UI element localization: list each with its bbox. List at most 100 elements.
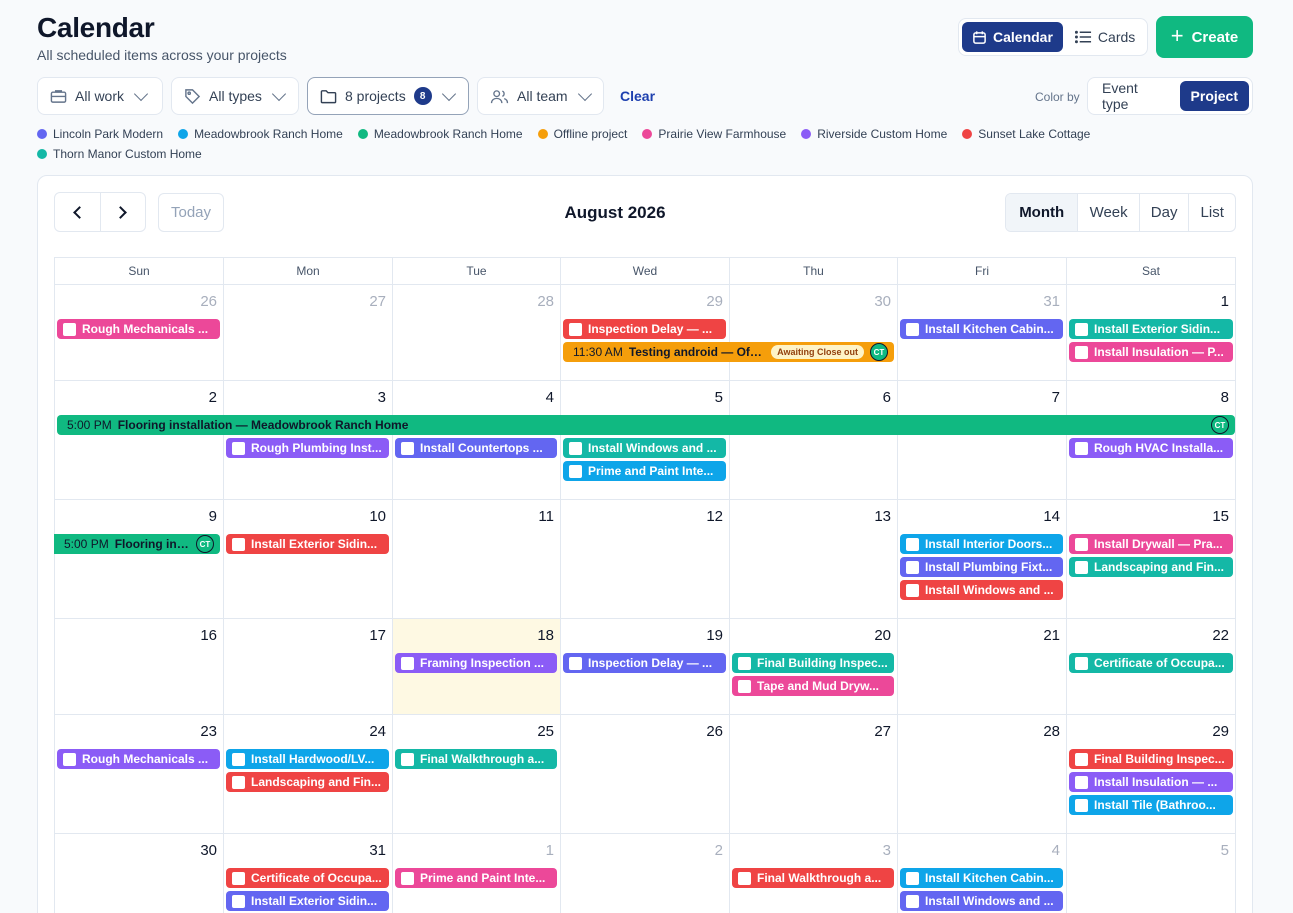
calendar-event[interactable]: Install Insulation — ... [1069,772,1233,792]
color-by-project-button[interactable]: Project [1179,81,1249,111]
event-checkbox[interactable] [1075,441,1088,455]
event-checkbox[interactable] [63,752,76,766]
calendar-event[interactable]: Install Exterior Sidin... [226,534,389,554]
event-checkbox[interactable] [906,583,919,597]
day-cell[interactable]: 2 [560,834,729,913]
event-checkbox[interactable] [1075,537,1088,551]
event-checkbox[interactable] [401,656,414,670]
calendar-event[interactable]: Install Windows and ... [563,438,726,458]
calendar-event[interactable]: Framing Inspection ... [395,653,557,673]
types-filter-dropdown[interactable]: All types [171,77,299,115]
event-checkbox[interactable] [906,871,919,885]
event-checkbox[interactable] [569,656,582,670]
day-cell[interactable]: 7 [897,381,1066,500]
event-checkbox[interactable] [401,871,414,885]
range-week-button[interactable]: Week [1077,194,1138,231]
event-checkbox[interactable] [569,464,582,478]
event-checkbox[interactable] [232,871,245,885]
calendar-event[interactable]: Install Insulation — P... [1069,342,1233,362]
event-checkbox[interactable] [232,752,245,766]
day-cell[interactable]: 5 [1066,834,1236,913]
calendar-event[interactable]: Install Kitchen Cabin... [900,868,1063,888]
event-checkbox[interactable] [738,871,751,885]
color-by-event-type-button[interactable]: Event type [1091,80,1178,112]
calendar-event[interactable]: Install Windows and ... [900,580,1063,600]
calendar-event[interactable]: Rough Plumbing Inst... [226,438,389,458]
event-checkbox[interactable] [63,322,76,336]
calendar-event[interactable]: Final Walkthrough a... [732,868,894,888]
clear-filters-link[interactable]: Clear [620,88,655,104]
day-cell[interactable]: 27 [223,285,392,381]
day-cell[interactable]: 13 [729,500,897,619]
calendar-event[interactable]: Install Tile (Bathroo... [1069,795,1233,815]
day-cell[interactable]: 12 [560,500,729,619]
event-checkbox[interactable] [1075,798,1088,812]
calendar-view-button[interactable]: Calendar [962,22,1063,52]
calendar-event[interactable]: Install Interior Doors... [900,534,1063,554]
day-cell[interactable]: 17 [223,619,392,715]
calendar-event[interactable]: Install Countertops ... [395,438,557,458]
day-cell[interactable]: 30 [54,834,223,913]
calendar-event[interactable]: Install Hardwood/LV... [226,749,389,769]
create-button[interactable]: + Create [1156,16,1253,58]
cards-view-button[interactable]: Cards [1065,22,1145,52]
day-cell[interactable]: 28 [392,285,560,381]
event-checkbox[interactable] [1075,345,1088,359]
range-month-button[interactable]: Month [1006,194,1078,231]
event-checkbox[interactable] [1075,656,1088,670]
range-list-button[interactable]: List [1188,194,1235,231]
day-cell[interactable]: 21 [897,619,1066,715]
calendar-event[interactable]: Rough HVAC Installa... [1069,438,1233,458]
day-cell[interactable]: 6 [729,381,897,500]
today-button[interactable]: Today [158,193,224,232]
event-checkbox[interactable] [232,441,245,455]
day-cell[interactable]: 9 [54,500,223,619]
previous-month-button[interactable] [55,193,100,231]
calendar-event[interactable]: Install Exterior Sidin... [226,891,389,911]
event-checkbox[interactable] [738,656,751,670]
work-filter-dropdown[interactable]: All work [37,77,163,115]
event-checkbox[interactable] [1075,560,1088,574]
calendar-event[interactable]: Prime and Paint Inte... [563,461,726,481]
calendar-event[interactable]: Tape and Mud Dryw... [732,676,894,696]
event-checkbox[interactable] [906,560,919,574]
calendar-event[interactable]: Inspection Delay — ... [563,653,726,673]
event-checkbox[interactable] [738,679,751,693]
calendar-event[interactable]: Install Windows and ... [900,891,1063,911]
calendar-event[interactable]: Inspection Delay — ... [563,319,726,339]
calendar-event[interactable]: 5:00 PM Flooring installation — Meadowbro… [57,415,1235,435]
event-checkbox[interactable] [906,894,919,908]
day-cell[interactable]: 23 [54,715,223,834]
calendar-event[interactable]: 11:30 AM Testing android — Offli... Awaiti… [563,342,894,362]
day-cell[interactable]: 2 [54,381,223,500]
event-checkbox[interactable] [232,537,245,551]
calendar-event[interactable]: Rough Mechanicals ... [57,319,220,339]
day-cell[interactable]: 16 [54,619,223,715]
calendar-event[interactable]: Install Exterior Sidin... [1069,319,1233,339]
event-checkbox[interactable] [1075,775,1088,789]
day-cell[interactable]: 25 [392,715,560,834]
event-checkbox[interactable] [569,322,582,336]
event-checkbox[interactable] [906,322,919,336]
event-checkbox[interactable] [906,537,919,551]
calendar-event[interactable]: Certificate of Occupa... [1069,653,1233,673]
team-filter-dropdown[interactable]: All team [477,77,604,115]
day-cell[interactable]: 28 [897,715,1066,834]
calendar-event[interactable]: Install Drywall — Pra... [1069,534,1233,554]
range-day-button[interactable]: Day [1138,194,1189,231]
calendar-event[interactable]: Certificate of Occupa... [226,868,389,888]
day-cell[interactable]: 11 [392,500,560,619]
calendar-event[interactable]: Landscaping and Fin... [1069,557,1233,577]
calendar-event[interactable]: Landscaping and Fin... [226,772,389,792]
calendar-event[interactable]: Install Plumbing Fixt... [900,557,1063,577]
day-cell[interactable]: 10 [223,500,392,619]
event-checkbox[interactable] [232,775,245,789]
next-month-button[interactable] [99,193,145,231]
calendar-event[interactable]: 5:00 PM Flooring ins... CT [54,534,220,554]
day-cell[interactable]: 30 [729,285,897,381]
projects-filter-dropdown[interactable]: 8 projects 8 [307,77,469,115]
day-cell[interactable]: 26 [560,715,729,834]
calendar-event[interactable]: Prime and Paint Inte... [395,868,557,888]
calendar-event[interactable]: Rough Mechanicals ... [57,749,220,769]
day-cell[interactable]: 27 [729,715,897,834]
